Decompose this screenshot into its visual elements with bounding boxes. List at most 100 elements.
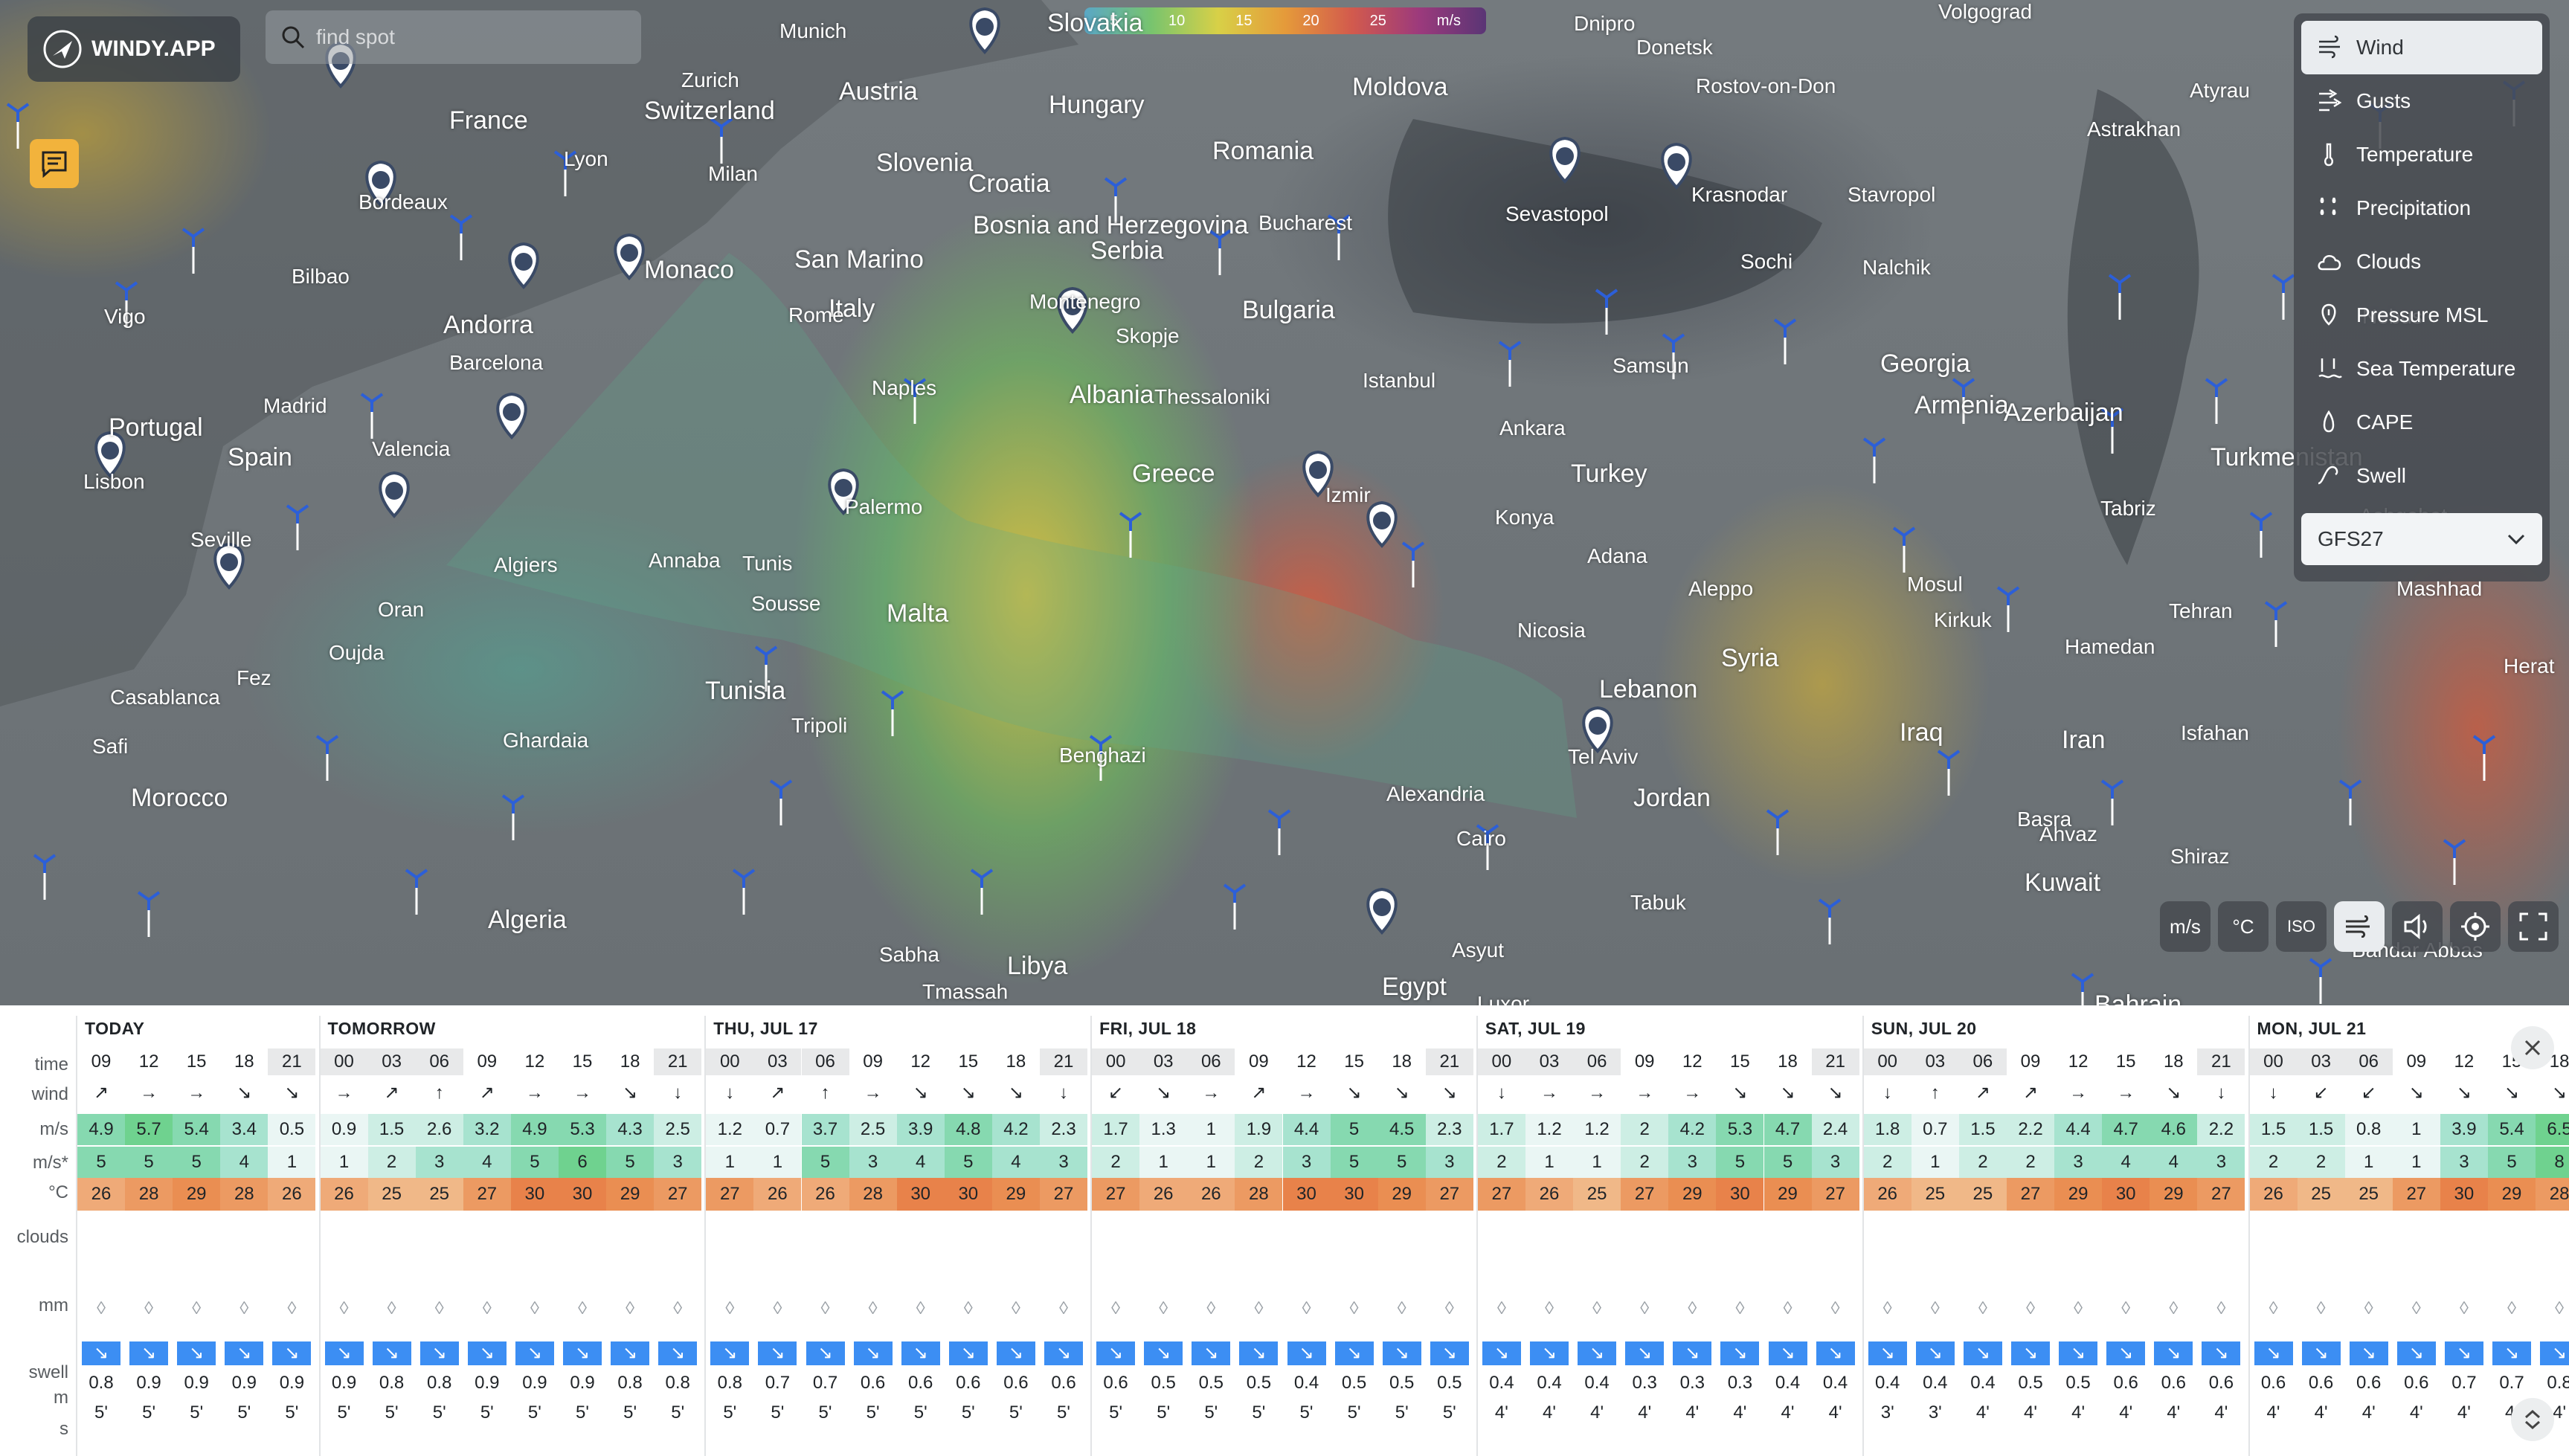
temperature-cell: 28 xyxy=(2536,1178,2569,1211)
wind-station-icon[interactable] xyxy=(769,779,793,825)
swell-height-cell: 0.5 xyxy=(2018,1373,2043,1393)
wind-station-icon[interactable] xyxy=(286,504,309,550)
layer-sea-temperature[interactable]: Sea Temperature xyxy=(2301,342,2542,396)
wind-station-icon[interactable] xyxy=(2472,735,2496,781)
time-cell: 09 xyxy=(1249,1051,1269,1072)
wind-station-icon[interactable] xyxy=(405,869,428,915)
swell-height-cell: 0.7 xyxy=(765,1373,791,1393)
wind-gust-cell: 3 xyxy=(2054,1147,2103,1178)
spot-marker[interactable] xyxy=(1366,500,1398,548)
feedback-button[interactable] xyxy=(30,139,79,188)
wind-station-icon[interactable] xyxy=(360,393,384,439)
swell-period-cell: 5' xyxy=(818,1402,832,1423)
swell-bar: ↘ xyxy=(177,1341,216,1365)
unit-temperature-button[interactable]: °C xyxy=(2218,901,2269,952)
wind-station-icon[interactable] xyxy=(2205,378,2228,424)
scale-tick: 10 xyxy=(1168,12,1186,29)
wind-station-icon[interactable] xyxy=(1498,341,1522,387)
wind-station-icon[interactable] xyxy=(2271,274,2295,320)
wind-station-icon[interactable] xyxy=(1223,883,1247,930)
precipitation-drop-icon: ◊ xyxy=(1444,1298,1454,1318)
spot-marker[interactable] xyxy=(496,392,527,439)
scale-tick: 25 xyxy=(1369,12,1386,29)
wind-direction-cell: → xyxy=(1683,1083,1702,1103)
swell-height-cell: 0.8 xyxy=(665,1373,690,1393)
wind-station-icon[interactable] xyxy=(2338,779,2362,825)
precipitation-drop-icon: ◊ xyxy=(2507,1298,2516,1318)
fullscreen-button[interactable] xyxy=(2508,901,2559,952)
swell-bar: ↘ xyxy=(1192,1341,1231,1365)
time-cell: 18 xyxy=(620,1051,640,1072)
model-select[interactable]: GFS27 xyxy=(2301,513,2542,565)
swell-bar: ↘ xyxy=(2254,1341,2293,1365)
swell-period-cell: 5' xyxy=(432,1402,446,1423)
search-box[interactable] xyxy=(266,10,641,64)
close-forecast-button[interactable] xyxy=(2511,1026,2554,1069)
swell-bar: ↘ xyxy=(2154,1341,2193,1365)
wind-gust-cell: 1 xyxy=(268,1147,316,1178)
scroll-forecast-button[interactable] xyxy=(2511,1398,2554,1441)
wind-station-icon[interactable] xyxy=(732,869,756,915)
layer-pressure-msl[interactable]: Pressure MSL xyxy=(2301,289,2542,342)
layer-temperature[interactable]: Temperature xyxy=(2301,128,2542,181)
wind-station-icon[interactable] xyxy=(501,794,525,840)
wind-station-icon[interactable] xyxy=(2443,839,2466,885)
wind-speed-cell: 1.2 xyxy=(706,1114,754,1145)
wind-station-icon[interactable] xyxy=(2071,973,2094,1005)
wind-station-icon[interactable] xyxy=(1119,512,1142,558)
city-label: Bordeaux xyxy=(358,190,448,213)
wind-direction-cell: ↘ xyxy=(2166,1083,2181,1103)
wind-station-icon[interactable] xyxy=(1818,898,1842,944)
wind-direction-cell: ↘ xyxy=(2456,1083,2472,1103)
precipitation-drop-icon: ◊ xyxy=(530,1298,539,1318)
swell-bar: ↘ xyxy=(419,1341,459,1365)
precipitation-drop-icon: ◊ xyxy=(97,1298,106,1318)
wind-speed-cell: 5.4 xyxy=(2488,1114,2536,1145)
wind-station-icon[interactable] xyxy=(1401,541,1425,587)
wind-station-icon[interactable] xyxy=(1267,809,1291,855)
wind-station-icon[interactable] xyxy=(2264,601,2288,647)
layer-clouds[interactable]: Clouds xyxy=(2301,235,2542,289)
unit-speed-button[interactable]: m/s xyxy=(2160,901,2211,952)
time-cell: 21 xyxy=(1040,1048,1087,1075)
search-input[interactable] xyxy=(316,25,599,49)
wind-speed-cell: 0.8 xyxy=(2344,1114,2393,1145)
wind-speed-cell: 4.2 xyxy=(991,1114,1040,1145)
search-icon xyxy=(282,26,305,49)
wind-station-icon[interactable] xyxy=(2309,958,2332,1004)
swell-bar: ↘ xyxy=(1625,1341,1665,1365)
wind-station-icon[interactable] xyxy=(1892,526,1916,573)
wind-station-icon[interactable] xyxy=(970,869,994,915)
wind-station-icon[interactable] xyxy=(1766,809,1790,855)
wind-station-icon[interactable] xyxy=(2100,779,2124,825)
locate-button[interactable] xyxy=(2450,901,2501,952)
layer-menu: Wind Gusts Temperature Precipitation Clouds P… xyxy=(2294,13,2550,582)
wind-station-icon[interactable] xyxy=(1862,437,1886,483)
wind-station-icon[interactable] xyxy=(137,891,161,937)
layer-gusts[interactable]: Gusts xyxy=(2301,74,2542,128)
wind-station-icon[interactable] xyxy=(2249,512,2273,558)
swell-height-cell: 0.8 xyxy=(89,1373,114,1393)
wind-station-icon[interactable] xyxy=(1937,750,1961,796)
country-label: Slovenia xyxy=(876,149,974,177)
layer-precipitation[interactable]: Precipitation xyxy=(2301,181,2542,235)
spot-marker[interactable] xyxy=(1366,887,1398,935)
wind-animation-button[interactable] xyxy=(2334,901,2385,952)
wind-gust-cell: 3 xyxy=(1425,1147,1473,1178)
swell-bar: ↘ xyxy=(1096,1341,1136,1365)
spot-marker[interactable] xyxy=(379,471,410,518)
precipitation-drop-icon: ◊ xyxy=(1735,1298,1745,1318)
swell-height-cell: 0.4 xyxy=(1293,1373,1319,1393)
layer-cape[interactable]: CAPE xyxy=(2301,396,2542,449)
isoline-button[interactable]: ISO xyxy=(2276,901,2327,952)
wind-station-icon[interactable] xyxy=(1773,318,1797,364)
sound-button[interactable] xyxy=(2392,901,2443,952)
app-logo[interactable]: WINDY.APP xyxy=(28,16,240,82)
wind-station-icon[interactable] xyxy=(881,690,904,736)
wind-station-icon[interactable] xyxy=(1996,586,2020,632)
wind-station-icon[interactable] xyxy=(315,735,339,781)
wind-station-icon[interactable] xyxy=(33,854,57,900)
layer-wind[interactable]: Wind xyxy=(2301,21,2542,74)
wind-direction-cell: ↓ xyxy=(725,1083,735,1103)
layer-swell[interactable]: Swell xyxy=(2301,449,2542,503)
